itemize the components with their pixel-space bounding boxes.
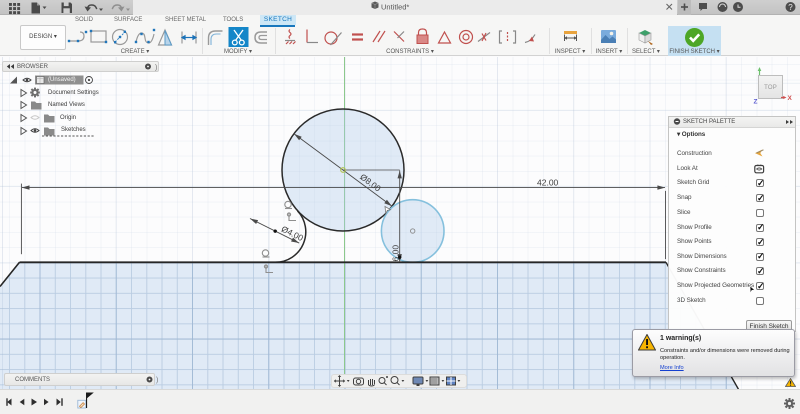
svg-text:?: ? — [788, 3, 793, 12]
svg-text:42.00: 42.00 — [537, 178, 559, 188]
svg-text:): ) — [155, 65, 157, 72]
svg-text:Z: Z — [754, 99, 758, 106]
svg-text:Untitled*: Untitled* — [381, 3, 409, 12]
svg-text:6.00: 6.00 — [390, 245, 400, 262]
svg-text:): ) — [156, 377, 158, 384]
svg-text:X: X — [788, 95, 793, 102]
